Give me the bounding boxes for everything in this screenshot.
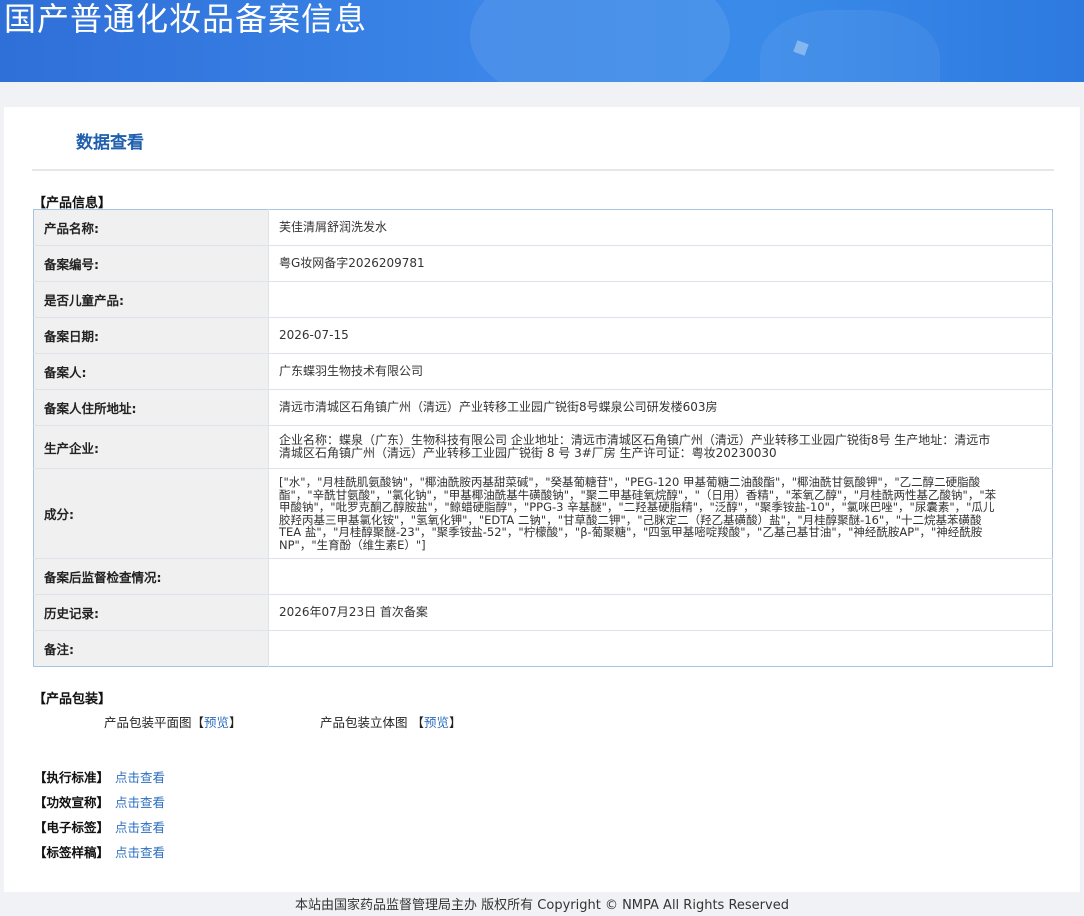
tab-label: 数据查看	[76, 133, 144, 153]
header-decoration	[470, 0, 730, 82]
tab-data-view[interactable]: 数据查看	[32, 121, 188, 171]
bracket-open: 【	[411, 715, 425, 730]
row-label: 备案日期:	[33, 317, 269, 354]
table-row: 备案后监督检查情况:	[33, 558, 1053, 595]
content-panel: 数据查看 【产品信息】 产品名称: 芙佳清屑舒润洗发水 备案编号: 粤G妆网备字…	[4, 107, 1080, 892]
table-row: 备案人: 广东蝶羽生物技术有限公司	[33, 353, 1053, 390]
efficacy-view-link[interactable]: 点击查看	[115, 795, 165, 810]
e-label-row: 【电子标签】 点击查看	[34, 817, 165, 836]
e-label-view-link[interactable]: 点击查看	[115, 820, 165, 835]
standard-label: 【执行标准】	[34, 770, 110, 785]
row-label: 历史记录:	[33, 594, 269, 631]
page-footer: 本站由国家药品监督管理局主办 版权所有 Copyright © NMPA All…	[295, 898, 789, 913]
packaging-title: 【产品包装】	[33, 692, 112, 707]
row-value	[268, 630, 1053, 667]
row-value: 粤G妆网备字2026209781	[268, 245, 1053, 282]
packaging-solid-label: 产品包装立体图	[320, 715, 408, 730]
table-row: 生产企业: 企业名称：蝶泉（广东）生物科技有限公司 企业地址：清远市清城区石角镇…	[33, 425, 1053, 469]
row-label: 产品名称:	[33, 209, 269, 246]
row-label: 备案后监督检查情况:	[33, 558, 269, 595]
standard-view-link[interactable]: 点击查看	[115, 770, 165, 785]
efficacy-row: 【功效宣称】 点击查看	[34, 792, 165, 811]
packaging-flat: 产品包装平面图【预览】	[104, 712, 242, 731]
label-draft-row: 【标签样稿】 点击查看	[34, 842, 165, 861]
label-draft-view-link[interactable]: 点击查看	[115, 845, 165, 860]
row-label: 备注:	[33, 630, 269, 667]
ingredients-value: ["水"，"月桂酰肌氨酸钠"，"椰油酰胺丙基甜菜碱"，"癸基葡糖苷"，"PEG-…	[268, 468, 1053, 559]
row-value: 2026年07月23日 首次备案	[268, 594, 1053, 631]
label-draft-label: 【标签样稿】	[34, 845, 110, 860]
table-row: 备案日期: 2026-07-15	[33, 317, 1053, 354]
row-value: 清远市清城区石角镇广州（清远）产业转移工业园广锐街8号蝶泉公司研发楼603房	[268, 389, 1053, 426]
row-label: 成分:	[33, 468, 269, 559]
row-label: 备案人:	[33, 353, 269, 390]
table-row: 备注:	[33, 630, 1053, 667]
page-header: 国产普通化妆品备案信息	[0, 0, 1084, 82]
row-value: 企业名称：蝶泉（广东）生物科技有限公司 企业地址：清远市清城区石角镇广州（清远）…	[268, 425, 1053, 469]
row-value: 广东蝶羽生物技术有限公司	[268, 353, 1053, 390]
preview-flat-link[interactable]: 预览	[204, 715, 229, 730]
header-decoration	[760, 10, 940, 82]
row-value	[268, 281, 1053, 318]
product-info-table: 产品名称: 芙佳清屑舒润洗发水 备案编号: 粤G妆网备字2026209781 是…	[33, 209, 1053, 667]
table-row: 备案人住所地址: 清远市清城区石角镇广州（清远）产业转移工业园广锐街8号蝶泉公司…	[33, 389, 1053, 426]
row-label: 生产企业:	[33, 425, 269, 469]
table-row: 是否儿童产品:	[33, 281, 1053, 318]
row-label: 备案编号:	[33, 245, 269, 282]
page-title: 国产普通化妆品备案信息	[4, 0, 368, 38]
table-row: 备案编号: 粤G妆网备字2026209781	[33, 245, 1053, 282]
e-label-label: 【电子标签】	[34, 820, 110, 835]
bracket-open: 【	[191, 715, 205, 730]
row-value	[268, 558, 1053, 595]
row-label: 是否儿童产品:	[33, 281, 269, 318]
table-row: 历史记录: 2026年07月23日 首次备案	[33, 594, 1053, 631]
efficacy-label: 【功效宣称】	[34, 795, 110, 810]
preview-solid-link[interactable]: 预览	[424, 715, 449, 730]
packaging-flat-label: 产品包装平面图	[104, 715, 192, 730]
row-value: 2026-07-15	[268, 317, 1053, 354]
table-row: 成分: ["水"，"月桂酰肌氨酸钠"，"椰油酰胺丙基甜菜碱"，"癸基葡糖苷"，"…	[33, 468, 1053, 559]
bracket-close: 】	[449, 715, 462, 730]
table-row: 产品名称: 芙佳清屑舒润洗发水	[33, 209, 1053, 246]
packaging-solid: 产品包装立体图 【预览】	[320, 712, 462, 731]
row-label: 备案人住所地址:	[33, 389, 269, 426]
tab-divider	[32, 169, 1054, 171]
bracket-close: 】	[229, 715, 242, 730]
standard-row: 【执行标准】 点击查看	[34, 767, 165, 786]
row-value: 芙佳清屑舒润洗发水	[268, 209, 1053, 246]
